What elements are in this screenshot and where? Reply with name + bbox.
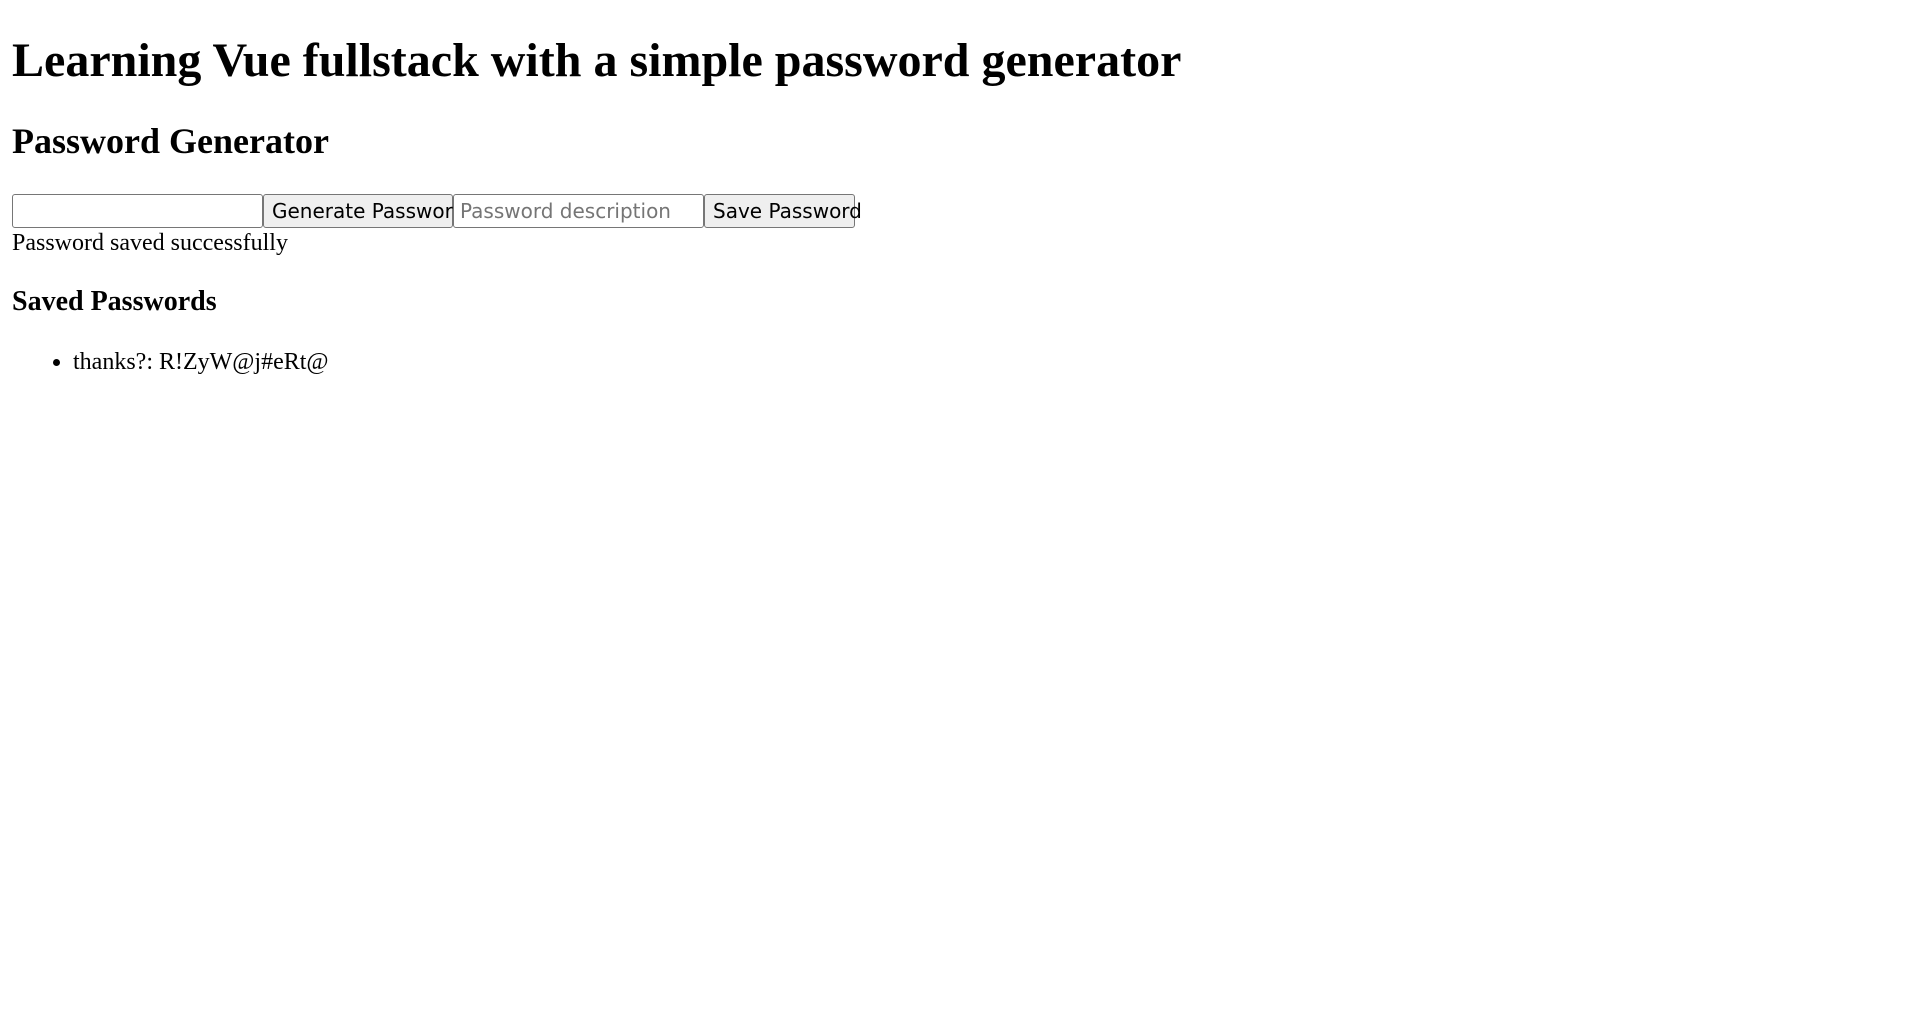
save-password-button[interactable]: Save Password: [704, 194, 862, 228]
list-item: thanks?: R!ZyW@j#eRt@: [73, 347, 329, 377]
saved-passwords-list: thanks?: R!ZyW@j#eRt@: [12, 347, 329, 377]
generator-controls: Generate Password Save Password: [12, 194, 862, 228]
status-message: Password saved successfully: [12, 230, 288, 256]
generate-password-button[interactable]: Generate Password: [263, 194, 465, 228]
password-description-input[interactable]: [453, 194, 704, 228]
page: Learning Vue fullstack with a simple pas…: [12, 0, 1920, 1029]
generated-password-input[interactable]: [12, 194, 263, 228]
saved-passwords-heading: Saved Passwords: [12, 286, 217, 317]
app-title: Learning Vue fullstack with a simple pas…: [12, 34, 1182, 87]
password-generator-heading: Password Generator: [12, 121, 329, 161]
